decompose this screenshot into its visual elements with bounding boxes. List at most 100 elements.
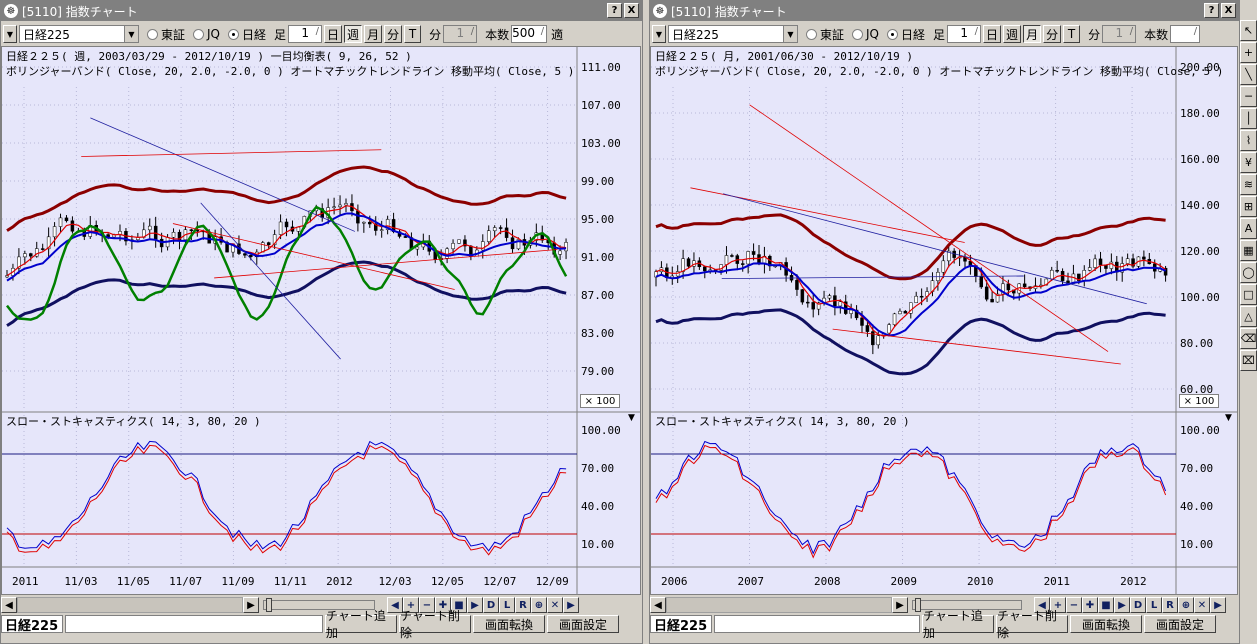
- tool-table-icon[interactable]: ▦: [1240, 240, 1257, 261]
- screen-settings-button[interactable]: 画面設定: [1144, 615, 1216, 633]
- chevron-down-icon[interactable]: ▼: [783, 26, 797, 42]
- period-week-button[interactable]: 週: [344, 25, 363, 43]
- trend-line: [749, 104, 1109, 352]
- delete-chart-button[interactable]: チャート削除: [399, 609, 471, 640]
- magnify-icon[interactable]: ⊕: [1178, 597, 1194, 613]
- market-radio-nikkei[interactable]: 日経: [887, 26, 925, 43]
- time-axis-label: 2007: [738, 575, 765, 588]
- collapse-icon[interactable]: ▼: [628, 413, 635, 423]
- nav-stop-icon[interactable]: ■: [1098, 597, 1114, 613]
- title-bar[interactable]: ☸ [5110] 指数チャート ? X: [1, 1, 642, 21]
- zoom-box[interactable]: × 100: [580, 394, 620, 408]
- switch-screen-button[interactable]: 画面転換: [1070, 615, 1142, 633]
- count-spinner[interactable]: [1170, 25, 1201, 43]
- symbol-select[interactable]: 日経225 ▼: [668, 25, 798, 43]
- scroll-right-icon[interactable]: ▶: [892, 597, 908, 613]
- scroll-left-icon[interactable]: ◀: [1, 597, 17, 613]
- tool-eraser-icon[interactable]: ⌫: [1240, 328, 1257, 349]
- period-month-button[interactable]: 月: [364, 25, 383, 43]
- nav-zoom-out-icon[interactable]: −: [1066, 597, 1082, 613]
- period-day-button[interactable]: 日: [324, 25, 343, 43]
- period-minute-button[interactable]: 分: [1043, 25, 1062, 43]
- market-radio-jq[interactable]: JQ: [193, 27, 220, 41]
- tool-crosshair-icon[interactable]: +: [1240, 42, 1257, 63]
- close-button[interactable]: X: [1221, 3, 1236, 18]
- nav-l-button[interactable]: L: [1146, 597, 1162, 613]
- menu-dropdown-icon[interactable]: ▼: [3, 25, 17, 43]
- minute-label: 分: [1088, 27, 1101, 42]
- tool-fork-icon[interactable]: ⌇: [1240, 130, 1257, 151]
- tool-horizontal-line-icon[interactable]: ─: [1240, 86, 1257, 107]
- candle-body: [876, 335, 881, 346]
- period-month-button[interactable]: 月: [1023, 25, 1042, 43]
- tool-clear-icon[interactable]: ⌧: [1240, 350, 1257, 371]
- symbol-select[interactable]: 日経225 ▼: [19, 25, 139, 43]
- add-chart-button[interactable]: チャート追加: [325, 609, 397, 640]
- tool-grid-icon[interactable]: ⊞: [1240, 196, 1257, 217]
- period-tick-button[interactable]: T: [404, 25, 422, 43]
- tool-text-icon[interactable]: A: [1240, 218, 1257, 239]
- slider-thumb[interactable]: [915, 598, 921, 612]
- nav-last-icon[interactable]: ▶: [563, 597, 579, 613]
- period-week-button[interactable]: 週: [1003, 25, 1022, 43]
- scroll-left-icon[interactable]: ◀: [650, 597, 666, 613]
- nav-move-icon[interactable]: ✚: [1082, 597, 1098, 613]
- candle-body: [40, 248, 45, 250]
- switch-screen-button[interactable]: 画面転換: [473, 615, 545, 633]
- close-button[interactable]: X: [624, 3, 639, 18]
- market-radio-tosho[interactable]: 東証: [147, 26, 185, 43]
- tool-ellipse-icon[interactable]: ◯: [1240, 262, 1257, 283]
- tool-vertical-line-icon[interactable]: │: [1240, 108, 1257, 129]
- minute-spinner[interactable]: 1: [1102, 25, 1137, 43]
- menu-dropdown-icon[interactable]: ▼: [652, 25, 666, 43]
- nav-d-button[interactable]: D: [1130, 597, 1146, 613]
- candle-body: [984, 286, 989, 300]
- slider-thumb[interactable]: [266, 598, 272, 612]
- horizontal-scrollbar[interactable]: [17, 597, 243, 613]
- add-chart-button[interactable]: チャート追加: [922, 609, 994, 640]
- period-minute-button[interactable]: 分: [384, 25, 403, 43]
- chart-window-weekly: ☸ [5110] 指数チャート ? X ▼ 日経225 ▼ 東証 JQ 日経 足 …: [0, 0, 643, 644]
- tool-yen-icon[interactable]: ¥: [1240, 152, 1257, 173]
- ashi-spinner[interactable]: 1: [947, 25, 982, 43]
- tool-fibonacci-icon[interactable]: ≋: [1240, 174, 1257, 195]
- nav-d-button[interactable]: D: [483, 597, 499, 613]
- screen-settings-button[interactable]: 画面設定: [547, 615, 619, 633]
- magnify-icon[interactable]: ⊕: [531, 597, 547, 613]
- help-button[interactable]: ?: [1204, 3, 1219, 18]
- nav-play-icon[interactable]: ▶: [1114, 597, 1130, 613]
- count-spinner[interactable]: 500: [511, 25, 548, 43]
- ashi-spinner[interactable]: 1: [288, 25, 323, 43]
- nav-close-icon[interactable]: ✕: [547, 597, 563, 613]
- candle-body: [941, 260, 946, 273]
- chart-area[interactable]: 200.00 180.00 160.00 140.00 120.00 100.00 80.0…: [650, 46, 1238, 595]
- nav-close-icon[interactable]: ✕: [1194, 597, 1210, 613]
- minute-spinner[interactable]: 1: [443, 25, 478, 43]
- period-day-button[interactable]: 日: [983, 25, 1002, 43]
- market-radio-nikkei[interactable]: 日経: [228, 26, 266, 43]
- price-axis-label: 95.00: [581, 213, 614, 226]
- title-bar[interactable]: ☸ [5110] 指数チャート ? X: [650, 1, 1239, 21]
- nav-last-icon[interactable]: ▶: [1210, 597, 1226, 613]
- tool-rectangle-icon[interactable]: □: [1240, 284, 1257, 305]
- collapse-icon[interactable]: ▼: [1225, 413, 1232, 423]
- nav-r-button[interactable]: R: [515, 597, 531, 613]
- tool-cursor-icon[interactable]: ↖: [1240, 20, 1257, 41]
- chart-area[interactable]: 111.00 107.00 103.00 99.00 95.00 91.00 87.00 83…: [1, 46, 641, 595]
- candle-body: [338, 204, 342, 208]
- zoom-box[interactable]: × 100: [1179, 394, 1219, 408]
- market-radio-jq[interactable]: JQ: [852, 27, 879, 41]
- tool-triangle-icon[interactable]: △: [1240, 306, 1257, 327]
- tool-trendline-icon[interactable]: ╲: [1240, 64, 1257, 85]
- chevron-down-icon[interactable]: ▼: [124, 26, 138, 42]
- nav-r-button[interactable]: R: [1162, 597, 1178, 613]
- trend-line: [832, 328, 1121, 365]
- scroll-right-icon[interactable]: ▶: [243, 597, 259, 613]
- period-tick-button[interactable]: T: [1063, 25, 1081, 43]
- horizontal-scrollbar[interactable]: [666, 597, 892, 613]
- market-radio-tosho[interactable]: 東証: [806, 26, 844, 43]
- apply-button[interactable]: 適: [551, 26, 563, 43]
- help-button[interactable]: ?: [607, 3, 622, 18]
- delete-chart-button[interactable]: チャート削除: [996, 609, 1068, 640]
- nav-l-button[interactable]: L: [499, 597, 515, 613]
